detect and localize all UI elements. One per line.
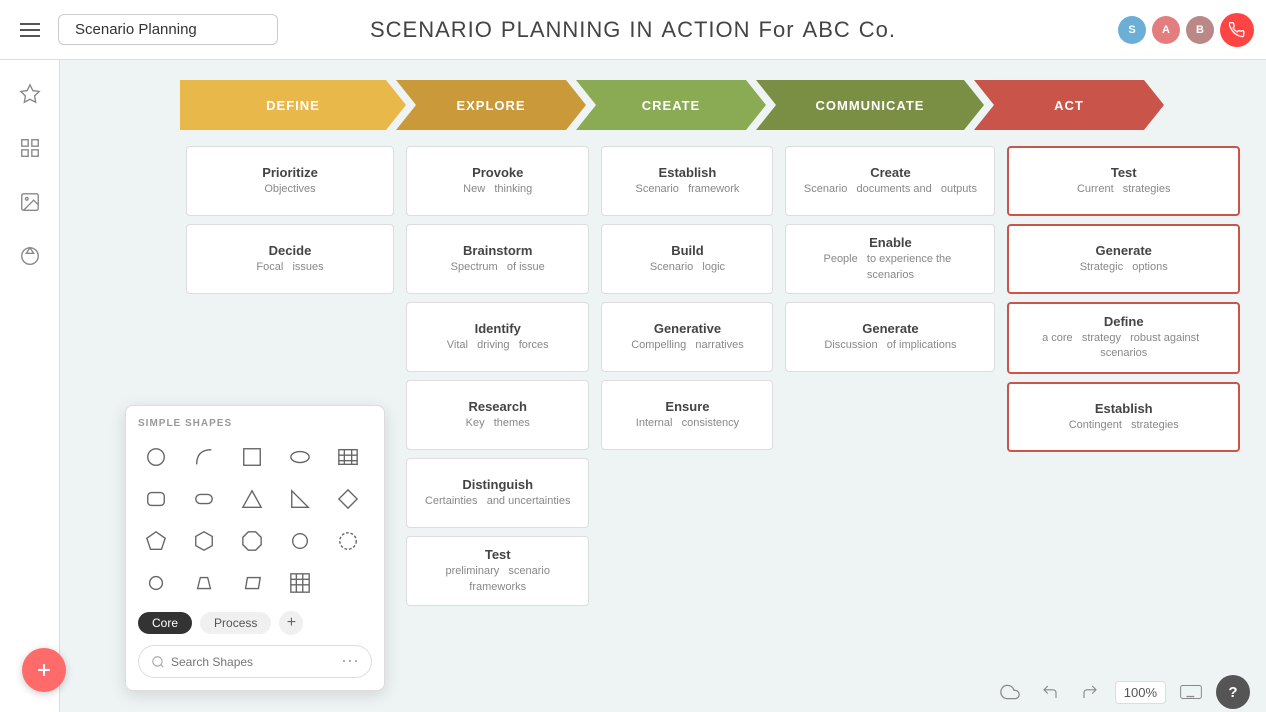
header-word-3: IN bbox=[629, 17, 653, 43]
card-generate-communicate[interactable]: Generate Discussion of implications bbox=[785, 302, 995, 372]
shapes-panel: SIMPLE SHAPES bbox=[125, 405, 385, 691]
lane-communicate-label: COMMUNICATE bbox=[816, 98, 925, 113]
card-establish-create[interactable]: Establish Scenario framework bbox=[601, 146, 773, 216]
left-sidebar bbox=[0, 60, 60, 712]
column-explore: Provoke New thinking Brainstorm Spectrum… bbox=[400, 146, 595, 606]
sidebar-icon-star[interactable] bbox=[12, 76, 48, 112]
lane-define-label: DEFINE bbox=[266, 98, 320, 113]
card-define-act[interactable]: Define a core strategy robust against sc… bbox=[1007, 302, 1240, 374]
shape-ellipse[interactable] bbox=[282, 439, 318, 475]
column-communicate: Create Scenario documents and outputs En… bbox=[779, 146, 1001, 606]
shape-hexagon[interactable] bbox=[186, 523, 222, 559]
shapes-tabs: Core Process + bbox=[138, 611, 372, 635]
shape-circle-hollow[interactable] bbox=[282, 523, 318, 559]
shapes-search-box[interactable]: ⋯ bbox=[138, 645, 372, 678]
main-canvas: DEFINE EXPLORE CREATE COMMUNICATE ACT Pr… bbox=[60, 60, 1266, 712]
card-test-act[interactable]: Test Current strategies bbox=[1007, 146, 1240, 216]
phone-button[interactable] bbox=[1220, 13, 1254, 47]
zoom-level[interactable]: 100% bbox=[1115, 681, 1166, 704]
keyboard-icon[interactable] bbox=[1176, 677, 1206, 707]
header-word-7: Co. bbox=[859, 17, 896, 43]
card-decide[interactable]: Decide Focal issues bbox=[186, 224, 394, 294]
card-identify[interactable]: Identify Vital driving forces bbox=[406, 302, 589, 372]
shape-table[interactable] bbox=[330, 439, 366, 475]
bottom-bar: 100% ? bbox=[979, 672, 1266, 712]
card-build[interactable]: Build Scenario logic bbox=[601, 224, 773, 294]
card-research[interactable]: Research Key themes bbox=[406, 380, 589, 450]
sidebar-icon-image[interactable] bbox=[12, 184, 48, 220]
lane-act[interactable]: ACT bbox=[974, 80, 1164, 130]
column-create: Establish Scenario framework Build Scena… bbox=[595, 146, 779, 606]
lane-create[interactable]: CREATE bbox=[576, 80, 766, 130]
card-enable[interactable]: Enable People to experience the scenario… bbox=[785, 224, 995, 294]
cloud-icon[interactable] bbox=[995, 677, 1025, 707]
column-act: Test Current strategies Generate Strateg… bbox=[1001, 146, 1246, 606]
shapes-tab-core[interactable]: Core bbox=[138, 612, 192, 634]
shapes-grid bbox=[138, 439, 372, 601]
lane-communicate[interactable]: COMMUNICATE bbox=[756, 80, 984, 130]
header-word-5: For bbox=[759, 17, 795, 43]
sidebar-icon-grid[interactable] bbox=[12, 130, 48, 166]
shapes-search-input[interactable] bbox=[171, 655, 321, 669]
shape-right-triangle[interactable] bbox=[282, 481, 318, 517]
avatar-1[interactable]: S bbox=[1118, 16, 1146, 44]
menu-button[interactable] bbox=[12, 12, 48, 48]
card-brainstorm[interactable]: Brainstorm Spectrum of issue bbox=[406, 224, 589, 294]
shape-decagon[interactable] bbox=[330, 523, 366, 559]
shape-square[interactable] bbox=[234, 439, 270, 475]
shape-diamond[interactable] bbox=[330, 481, 366, 517]
header-word-4: ACTION bbox=[661, 17, 750, 43]
header-word-1: SCENARIO bbox=[370, 17, 493, 43]
shape-rounded-rect[interactable] bbox=[138, 481, 174, 517]
lane-act-label: ACT bbox=[1054, 98, 1084, 113]
undo-icon[interactable] bbox=[1035, 677, 1065, 707]
shape-trapezoid[interactable] bbox=[186, 565, 222, 601]
shapes-more-button[interactable]: ⋯ bbox=[341, 651, 359, 672]
shape-arc[interactable] bbox=[186, 439, 222, 475]
header-title: SCENARIO PLANNING IN ACTION For ABC Co. bbox=[370, 17, 896, 43]
shape-pentagon[interactable] bbox=[138, 523, 174, 559]
card-generative[interactable]: Generative Compelling narratives bbox=[601, 302, 773, 372]
help-button[interactable]: ? bbox=[1216, 675, 1250, 709]
document-title[interactable]: Scenario Planning bbox=[58, 14, 278, 45]
lane-explore-label: EXPLORE bbox=[456, 98, 525, 113]
lane-define[interactable]: DEFINE bbox=[180, 80, 406, 130]
shape-circle[interactable] bbox=[138, 439, 174, 475]
card-test-explore[interactable]: Test preliminary scenario frameworks bbox=[406, 536, 589, 606]
card-generate-act[interactable]: Generate Strategic options bbox=[1007, 224, 1240, 294]
sidebar-icon-shape[interactable] bbox=[12, 238, 48, 274]
avatar-3[interactable]: B bbox=[1186, 16, 1214, 44]
header-word-2: PLANNING bbox=[501, 17, 621, 43]
shapes-add-button[interactable]: + bbox=[279, 611, 303, 635]
shape-circle-sm[interactable] bbox=[138, 565, 174, 601]
shape-grid-table[interactable] bbox=[282, 565, 318, 601]
card-create-communicate[interactable]: Create Scenario documents and outputs bbox=[785, 146, 995, 216]
shape-octagon-sm[interactable] bbox=[234, 523, 270, 559]
shape-triangle[interactable] bbox=[234, 481, 270, 517]
swimlane-headers: DEFINE EXPLORE CREATE COMMUNICATE ACT bbox=[180, 80, 1246, 130]
search-icon bbox=[151, 655, 165, 669]
redo-icon[interactable] bbox=[1075, 677, 1105, 707]
topbar: Scenario Planning SCENARIO PLANNING IN A… bbox=[0, 0, 1266, 60]
avatar-group: S A B bbox=[1118, 13, 1254, 47]
lane-explore[interactable]: EXPLORE bbox=[396, 80, 586, 130]
card-establish-act[interactable]: Establish Contingent strategies bbox=[1007, 382, 1240, 452]
shape-parallelogram[interactable] bbox=[234, 565, 270, 601]
lane-create-label: CREATE bbox=[642, 98, 700, 113]
card-ensure[interactable]: Ensure Internal consistency bbox=[601, 380, 773, 450]
avatar-2[interactable]: A bbox=[1152, 16, 1180, 44]
shapes-section-title: SIMPLE SHAPES bbox=[138, 418, 372, 429]
header-word-6: ABC bbox=[803, 17, 851, 43]
fab-button[interactable] bbox=[22, 648, 66, 692]
card-provoke[interactable]: Provoke New thinking bbox=[406, 146, 589, 216]
card-distinguish[interactable]: Distinguish Certainties and uncertaintie… bbox=[406, 458, 589, 528]
shapes-tab-process[interactable]: Process bbox=[200, 612, 271, 634]
card-prioritize[interactable]: Prioritize Objectives bbox=[186, 146, 394, 216]
shape-stadium[interactable] bbox=[186, 481, 222, 517]
